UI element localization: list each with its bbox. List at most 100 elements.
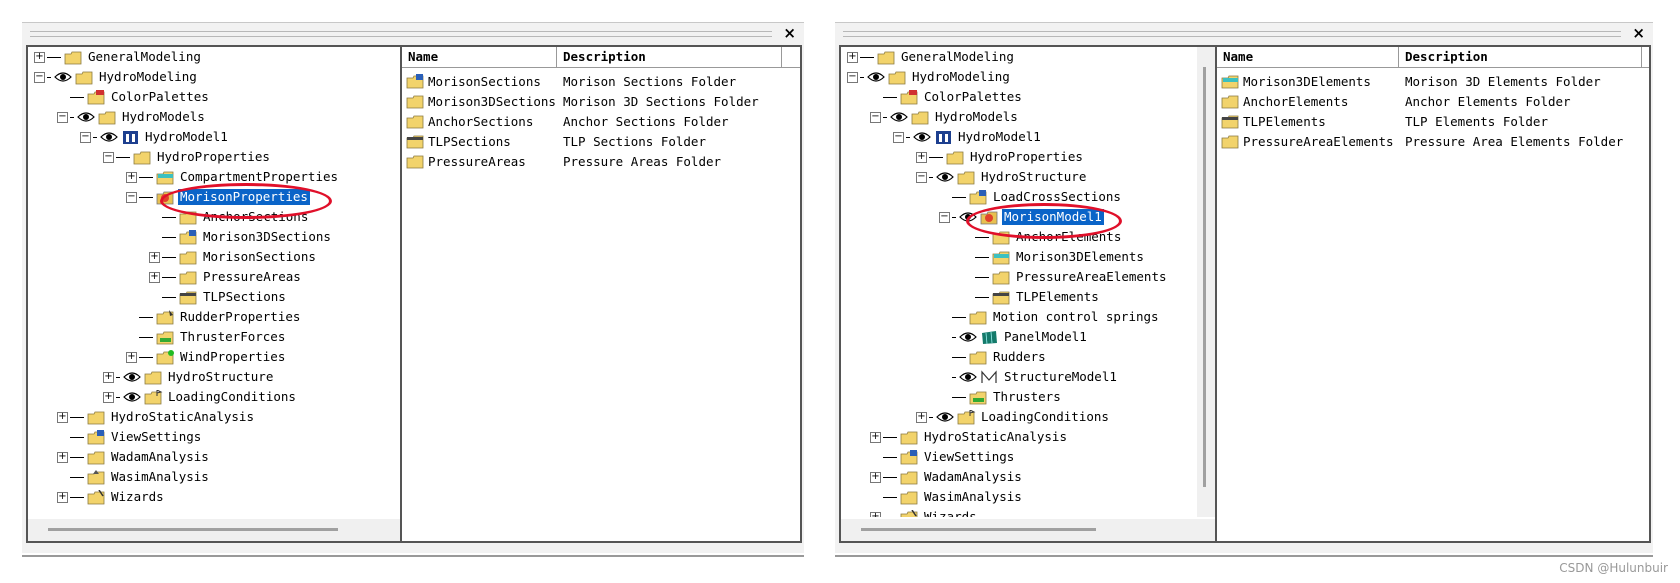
tree-node-label[interactable]: HydroStaticAnalysis	[109, 409, 256, 425]
visibility-eye-icon[interactable]	[54, 71, 72, 83]
tree-node[interactable]: + LoadingConditions	[103, 387, 298, 407]
tree-node[interactable]: + PressureAreas	[149, 267, 303, 287]
tree-node[interactable]: PanelModel1	[939, 327, 1089, 347]
visibility-eye-icon[interactable]	[913, 131, 931, 143]
list-item[interactable]: Morison3DSections Morison 3D Sections Fol…	[402, 91, 800, 111]
list-item[interactable]: AnchorSections Anchor Sections Folder	[402, 111, 800, 131]
visibility-eye-icon[interactable]	[936, 411, 954, 423]
tree-node-label[interactable]: LoadingConditions	[166, 389, 298, 405]
tree-node[interactable]: RudderProperties	[126, 307, 302, 327]
left-window-titlebar[interactable]: ×	[22, 23, 804, 43]
tree-node[interactable]: − HydroModeling	[34, 67, 199, 87]
tree-node-label[interactable]: ViewSettings	[109, 429, 203, 445]
expand-icon[interactable]: +	[103, 371, 114, 383]
column-header-name[interactable]: Name	[1217, 47, 1399, 67]
tree-node-label[interactable]: HydroModel1	[956, 129, 1043, 145]
close-button[interactable]: ×	[783, 26, 796, 41]
tree-node[interactable]: + GeneralModeling	[847, 47, 1016, 67]
column-header-description[interactable]: Description	[1399, 47, 1642, 67]
tree-node[interactable]: + Wizards	[870, 507, 979, 517]
collapse-icon[interactable]: −	[870, 111, 881, 123]
expand-icon[interactable]: +	[916, 151, 927, 163]
tree-node-label[interactable]: HydroModeling	[910, 69, 1012, 85]
expand-icon[interactable]: +	[149, 251, 160, 263]
tree-node[interactable]: − HydroProperties	[103, 147, 272, 167]
expand-icon[interactable]: +	[870, 431, 881, 443]
tree-node-label[interactable]: MorisonSections	[201, 249, 318, 265]
tree-node-label[interactable]: HydroStructure	[166, 369, 275, 385]
tree-node-label[interactable]: HydroStructure	[979, 169, 1088, 185]
tree-node-label[interactable]: WindProperties	[178, 349, 287, 365]
tree-node-label[interactable]: ViewSettings	[922, 449, 1016, 465]
tree-node[interactable]: + WindProperties	[126, 347, 287, 367]
tree-node-label[interactable]: HydroModels	[933, 109, 1020, 125]
collapse-icon[interactable]: −	[80, 131, 91, 143]
tree-node-label[interactable]: ColorPalettes	[922, 89, 1024, 105]
tree-node[interactable]: ColorPalettes	[870, 87, 1024, 107]
collapse-icon[interactable]: −	[893, 131, 904, 143]
collapse-icon[interactable]: −	[916, 171, 927, 183]
tree-node[interactable]: ThrusterForces	[126, 327, 287, 347]
expand-icon[interactable]: +	[870, 471, 881, 483]
tree-node[interactable]: − HydroStructure	[916, 167, 1088, 187]
tree-node-label[interactable]: HydroModel1	[143, 129, 230, 145]
visibility-eye-icon[interactable]	[959, 331, 977, 343]
visibility-eye-icon[interactable]	[936, 171, 954, 183]
visibility-eye-icon[interactable]	[77, 111, 95, 123]
tree-node[interactable]: Morison3DElements	[962, 247, 1146, 267]
tree-node[interactable]: + Wizards	[57, 487, 166, 507]
tree-node[interactable]: ViewSettings	[870, 447, 1016, 467]
tree-node-label[interactable]: Motion control springs	[991, 309, 1161, 325]
collapse-icon[interactable]: −	[847, 71, 858, 83]
scroll-thumb[interactable]	[1203, 67, 1206, 487]
expand-icon[interactable]: +	[103, 391, 114, 403]
tree-node-label[interactable]: ThrusterForces	[178, 329, 287, 345]
expand-icon[interactable]: +	[57, 491, 68, 503]
visibility-eye-icon[interactable]	[959, 371, 977, 383]
left-tree-hscrollbar[interactable]	[28, 519, 400, 541]
expand-icon[interactable]: +	[57, 451, 68, 463]
expand-icon[interactable]: +	[149, 271, 160, 283]
list-item[interactable]: Morison3DElements Morison 3D Elements Fol…	[1217, 71, 1649, 91]
tree-node[interactable]: + GeneralModeling	[34, 47, 203, 67]
tree-node[interactable]: + HydroStaticAnalysis	[57, 407, 256, 427]
tree-node-label[interactable]: HydroModels	[120, 109, 207, 125]
tree-node-label[interactable]: Thrusters	[991, 389, 1063, 405]
tree-node[interactable]: Rudders	[939, 347, 1048, 367]
list-item[interactable]: TLPElements TLP Elements Folder	[1217, 111, 1649, 131]
visibility-eye-icon[interactable]	[123, 391, 141, 403]
tree-node-label[interactable]: WasimAnalysis	[109, 469, 211, 485]
expand-icon[interactable]: +	[847, 51, 858, 63]
tree-node-label[interactable]: HydroModeling	[97, 69, 199, 85]
list-item[interactable]: PressureAreaElements Pressure Area Elemen…	[1217, 131, 1649, 151]
tree-node-label[interactable]: Rudders	[991, 349, 1048, 365]
tree-node-label[interactable]: LoadingConditions	[979, 409, 1111, 425]
collapse-icon[interactable]: −	[103, 151, 114, 163]
tree-node[interactable]: + WadamAnalysis	[57, 447, 211, 467]
tree-node[interactable]: + WadamAnalysis	[870, 467, 1024, 487]
tree-node-label[interactable]: Morison3DSections	[201, 229, 333, 245]
tree-node[interactable]: WasimAnalysis	[870, 487, 1024, 507]
tree-node-label[interactable]: TLPElements	[1014, 289, 1101, 305]
expand-icon[interactable]: +	[34, 51, 45, 63]
scroll-thumb[interactable]	[48, 528, 338, 531]
tree-node-label[interactable]: Morison3DElements	[1014, 249, 1146, 265]
tree-node-label[interactable]: PressureAreas	[201, 269, 303, 285]
tree-node[interactable]: + HydroProperties	[916, 147, 1085, 167]
tree-node-label[interactable]: RudderProperties	[178, 309, 302, 325]
expand-icon[interactable]: +	[126, 171, 137, 183]
expand-icon[interactable]: +	[126, 351, 137, 363]
tree-node-label[interactable]: WasimAnalysis	[922, 489, 1024, 505]
collapse-icon[interactable]: −	[57, 111, 68, 123]
tree-node[interactable]: − HydroModel1	[893, 127, 1043, 147]
tree-node[interactable]: WasimAnalysis	[57, 467, 211, 487]
tree-node-label[interactable]: Wizards	[922, 509, 979, 517]
list-item[interactable]: TLPSections TLP Sections Folder	[402, 131, 800, 151]
visibility-eye-icon[interactable]	[867, 71, 885, 83]
right-tree-hscrollbar[interactable]	[841, 519, 1215, 541]
tree-node-label[interactable]: PressureAreaElements	[1014, 269, 1169, 285]
tree-node[interactable]: ViewSettings	[57, 427, 203, 447]
expand-icon[interactable]: +	[916, 411, 927, 423]
tree-node-label[interactable]: HydroProperties	[968, 149, 1085, 165]
tree-node-label[interactable]: WadamAnalysis	[109, 449, 211, 465]
